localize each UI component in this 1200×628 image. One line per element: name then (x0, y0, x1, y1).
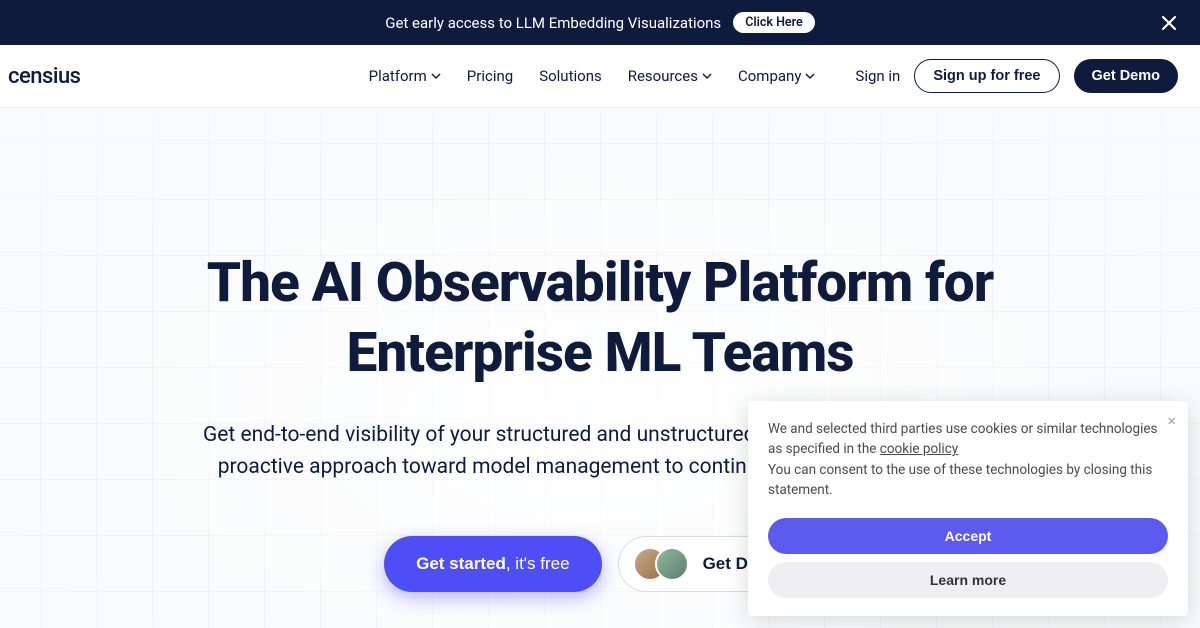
chevron-down-icon (805, 71, 815, 81)
announcement-cta-button[interactable]: Click Here (733, 12, 815, 33)
announcement-bar: Get early access to LLM Embedding Visual… (0, 0, 1200, 45)
nav-item-resources[interactable]: Resources (628, 67, 712, 85)
cookie-close-button[interactable]: × (1167, 413, 1176, 429)
nav-label: Platform (369, 67, 427, 85)
main-nav: censius Platform Pricing Solutions Resou… (0, 45, 1200, 108)
announcement-close-button[interactable] (1160, 14, 1178, 32)
nav-label: Pricing (467, 67, 513, 85)
chevron-down-icon (431, 71, 441, 81)
sign-in-link[interactable]: Sign in (855, 67, 900, 85)
cookie-consent-banner: × We and selected third parties use cook… (748, 401, 1188, 616)
nav-item-company[interactable]: Company (738, 67, 815, 85)
nav-label: Solutions (539, 67, 602, 85)
get-started-bold: Get started (416, 554, 506, 573)
close-icon (1161, 15, 1177, 31)
cookie-learn-more-button[interactable]: Learn more (768, 562, 1168, 598)
hero-title-line1: The AI Observability Platform for (207, 251, 994, 315)
chevron-down-icon (702, 71, 712, 81)
nav-item-solutions[interactable]: Solutions (539, 67, 602, 85)
announcement-text: Get early access to LLM Embedding Visual… (385, 14, 721, 32)
cookie-buttons: Accept Learn more (768, 518, 1168, 598)
get-demo-nav-button[interactable]: Get Demo (1074, 59, 1179, 93)
hero-title: The AI Observability Platform for Enterp… (0, 248, 1200, 389)
get-started-button[interactable]: Get started, it's free (384, 536, 601, 592)
avatar (655, 547, 689, 581)
sign-up-button[interactable]: Sign up for free (914, 59, 1059, 93)
nav-links: Platform Pricing Solutions Resources Com… (369, 67, 816, 85)
brand-logo[interactable]: censius (8, 64, 81, 89)
cookie-text-pre: We and selected third parties use cookie… (768, 421, 1158, 457)
nav-item-pricing[interactable]: Pricing (467, 67, 513, 85)
cookie-accept-button[interactable]: Accept (768, 518, 1168, 554)
cookie-text-1: We and selected third parties use cookie… (768, 419, 1168, 460)
hero-title-line2: Enterprise ML Teams (347, 321, 854, 385)
cookie-policy-link[interactable]: cookie policy (880, 441, 958, 457)
nav-label: Company (738, 67, 801, 85)
avatar-group (633, 547, 689, 581)
cookie-text-2: You can consent to the use of these tech… (768, 460, 1168, 501)
nav-actions: Sign in Sign up for free Get Demo (855, 59, 1178, 93)
get-started-light: , it's free (506, 554, 570, 573)
nav-label: Resources (628, 67, 698, 85)
nav-item-platform[interactable]: Platform (369, 67, 441, 85)
